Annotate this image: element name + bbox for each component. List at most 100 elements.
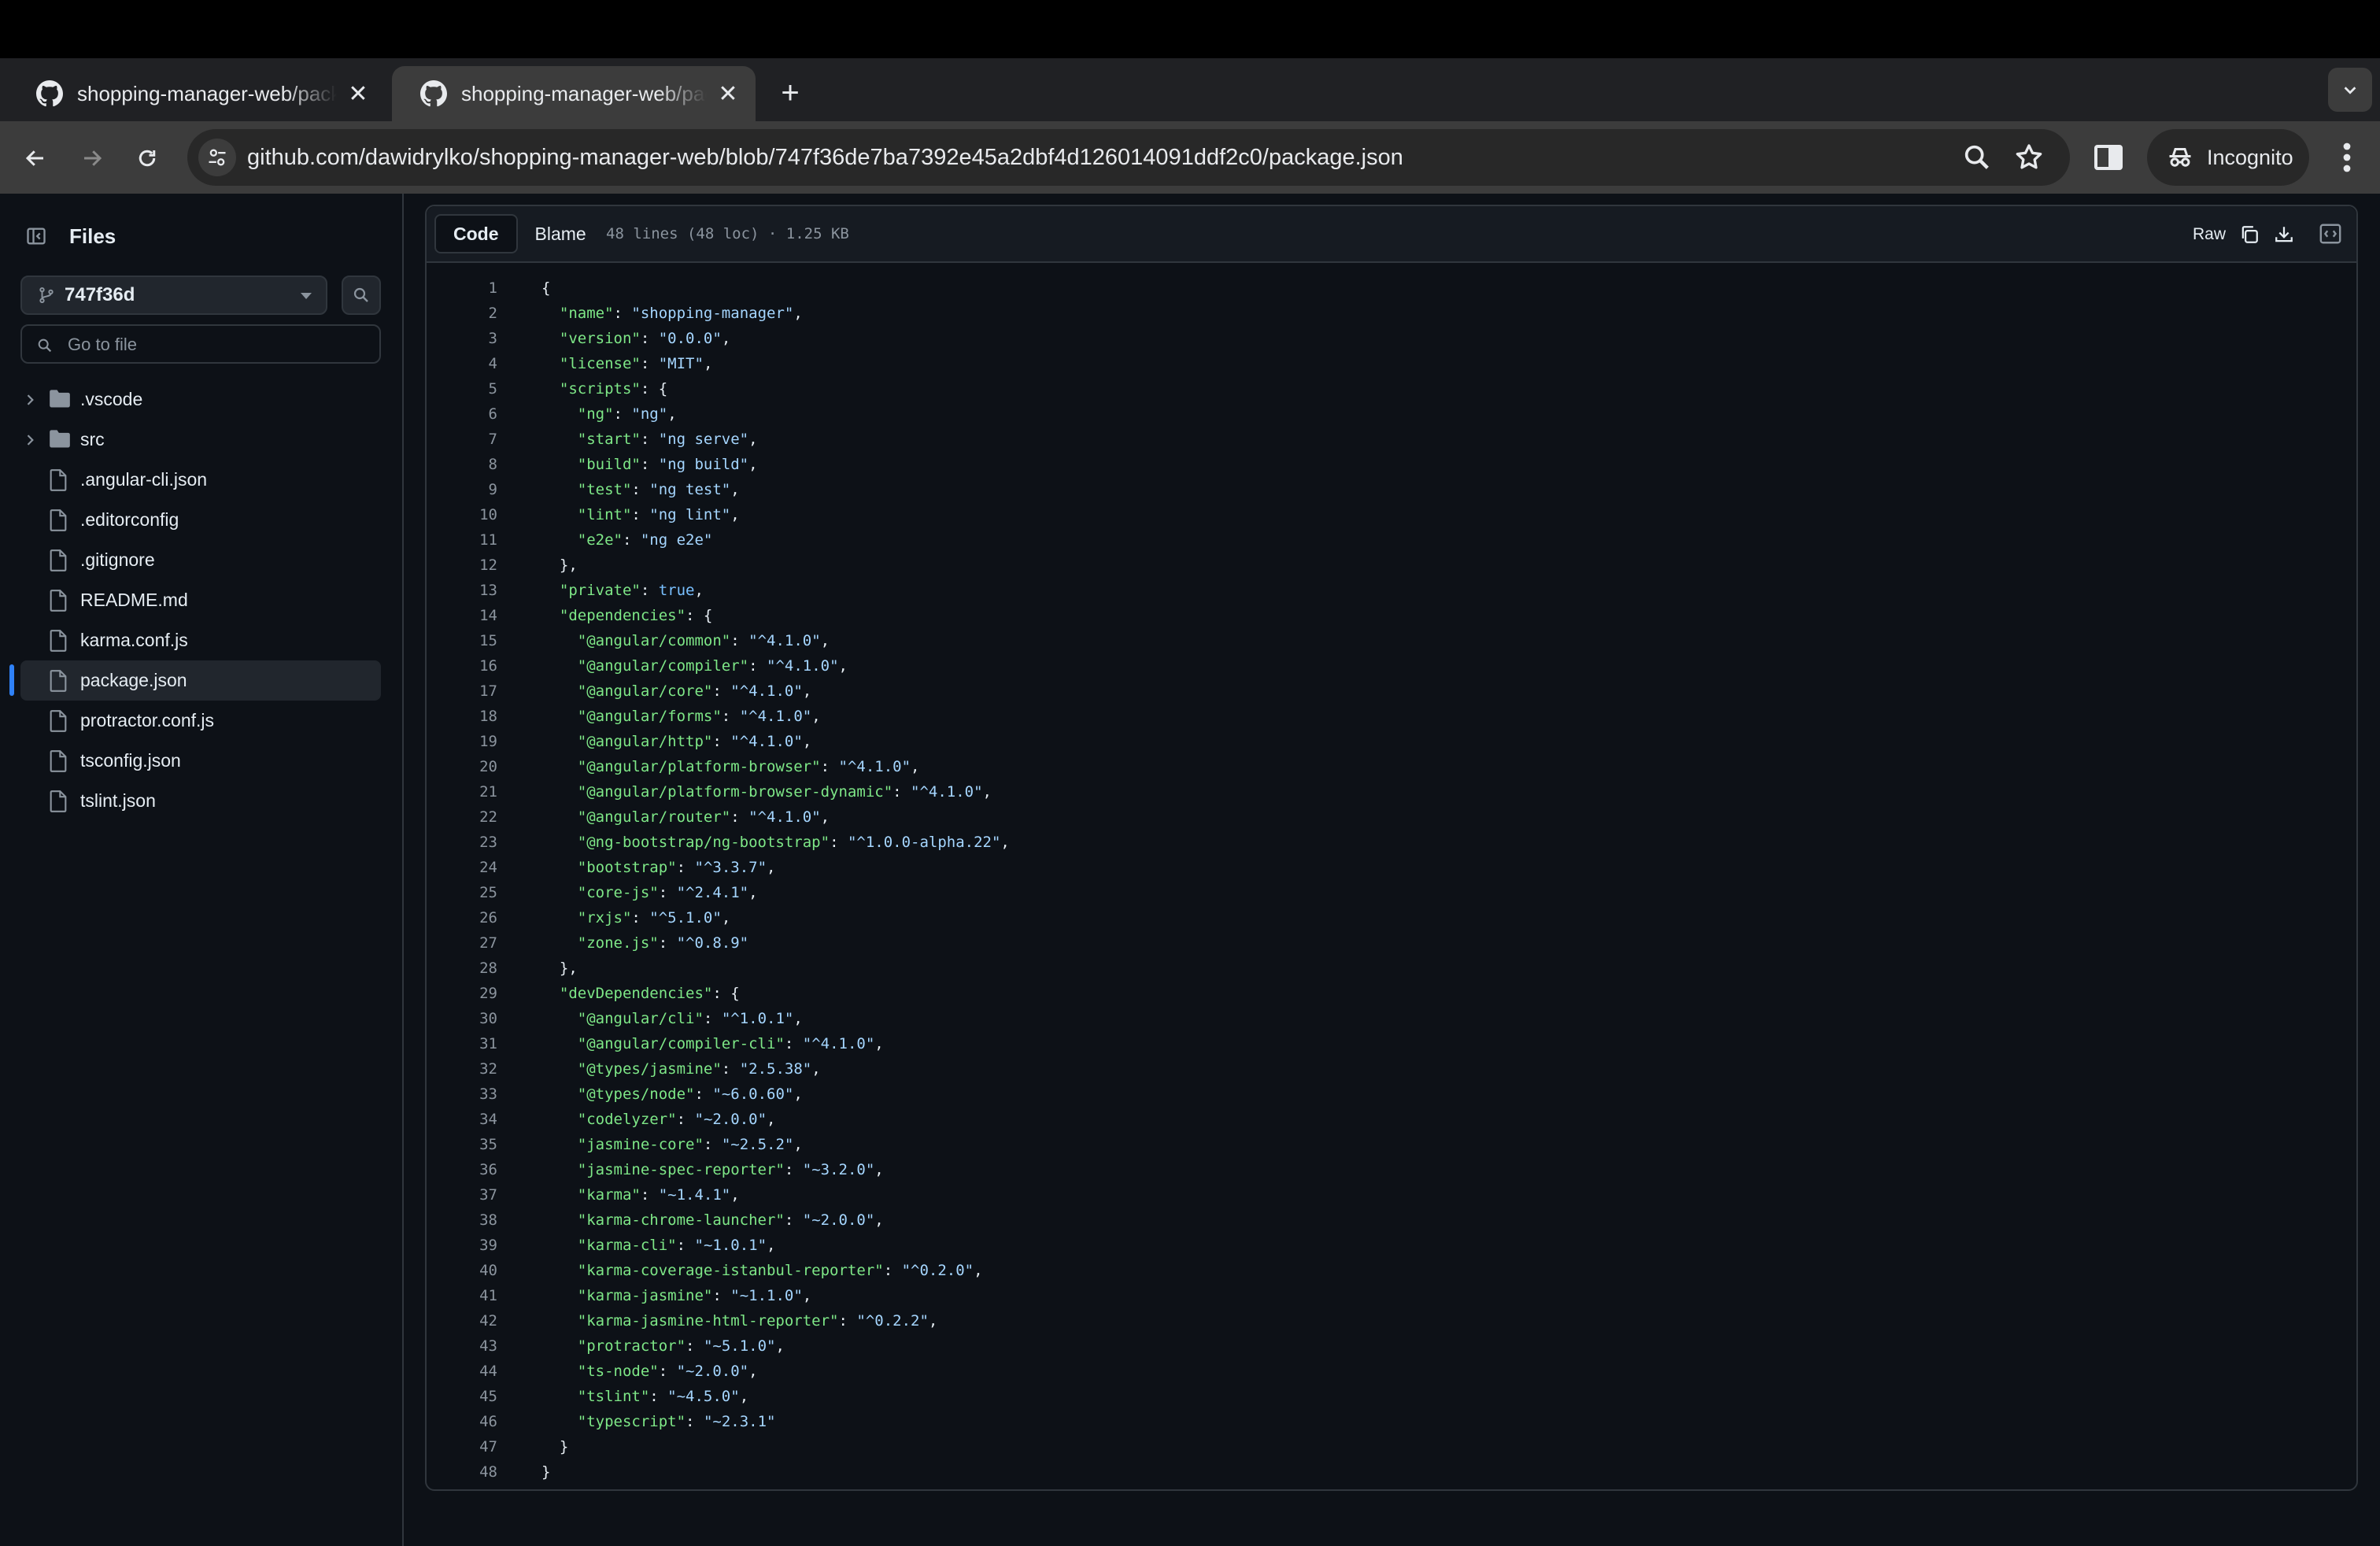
more-vertical-icon[interactable] <box>2331 139 2363 176</box>
tree-file-item[interactable]: .angular-cli.json <box>20 460 381 500</box>
bookmark-star-icon[interactable] <box>2013 142 2045 173</box>
line-number[interactable]: 14 <box>427 603 497 628</box>
line-number[interactable]: 38 <box>427 1208 497 1233</box>
line-number[interactable]: 31 <box>427 1031 497 1056</box>
browser-tab-strip: shopping-manager-web/package.json at 747… <box>0 58 2380 121</box>
tab-search-button[interactable] <box>2328 68 2372 112</box>
line-number[interactable]: 19 <box>427 729 497 754</box>
line-number[interactable]: 45 <box>427 1384 497 1409</box>
line-number[interactable]: 42 <box>427 1308 497 1333</box>
raw-button[interactable]: Raw <box>2186 217 2232 252</box>
forward-button[interactable] <box>72 139 112 178</box>
address-bar[interactable]: github.com/dawidrylko/shopping-manager-w… <box>187 129 2070 186</box>
site-info-button[interactable] <box>198 139 236 176</box>
line-number[interactable]: 2 <box>427 301 497 326</box>
line-number[interactable]: 7 <box>427 427 497 452</box>
tab-close-icon[interactable]: ✕ <box>715 80 741 107</box>
line-content: "karma-jasmine-html-reporter": "^0.2.2", <box>577 1312 938 1330</box>
tree-file-item[interactable]: protractor.conf.js <box>20 701 381 741</box>
tree-file-item[interactable]: .editorconfig <box>20 500 381 540</box>
line-number[interactable]: 30 <box>427 1006 497 1031</box>
tree-file-item[interactable]: karma.conf.js <box>20 620 381 660</box>
line-number[interactable]: 41 <box>427 1283 497 1308</box>
line-number[interactable]: 35 <box>427 1132 497 1157</box>
tree-file-item[interactable]: .gitignore <box>20 540 381 580</box>
go-to-file-input[interactable] <box>66 326 368 364</box>
line-number[interactable]: 12 <box>427 553 497 578</box>
line-number[interactable]: 9 <box>427 477 497 502</box>
go-to-file-field[interactable] <box>20 324 381 364</box>
browser-tab-active[interactable]: shopping-manager-web/package.json at 747… <box>392 66 756 121</box>
line-number[interactable]: 18 <box>427 704 497 729</box>
line-number[interactable]: 4 <box>427 351 497 376</box>
line-number[interactable]: 17 <box>427 679 497 704</box>
line-number[interactable]: 47 <box>427 1434 497 1459</box>
code-line: 43 "protractor": "~5.1.0", <box>427 1333 2356 1359</box>
line-number[interactable]: 21 <box>427 779 497 804</box>
code-line: 22 "@angular/router": "^4.1.0", <box>427 804 2356 830</box>
line-number[interactable]: 44 <box>427 1359 497 1384</box>
line-number[interactable]: 5 <box>427 376 497 401</box>
url-text[interactable]: github.com/dawidrylko/shopping-manager-w… <box>247 129 1403 186</box>
line-number[interactable]: 6 <box>427 401 497 427</box>
tree-folder-item[interactable]: src <box>20 420 381 460</box>
line-number[interactable]: 29 <box>427 981 497 1006</box>
line-number[interactable]: 24 <box>427 855 497 880</box>
incognito-button[interactable]: Incognito <box>2147 129 2309 186</box>
browser-tab[interactable]: shopping-manager-web/package.json at 747… <box>8 66 386 121</box>
search-files-button[interactable] <box>342 276 381 315</box>
line-number[interactable]: 48 <box>427 1459 497 1485</box>
line-number[interactable]: 11 <box>427 527 497 553</box>
line-content: "karma-chrome-launcher": "~2.0.0", <box>577 1211 884 1229</box>
copy-raw-button[interactable] <box>2232 217 2267 252</box>
line-number[interactable]: 26 <box>427 905 497 930</box>
line-number[interactable]: 22 <box>427 804 497 830</box>
tree-file-item[interactable]: tslint.json <box>20 781 381 821</box>
tree-item-label: karma.conf.js <box>80 630 188 650</box>
line-number[interactable]: 46 <box>427 1409 497 1434</box>
line-content: "dependencies": { <box>559 607 713 624</box>
tree-folder-item[interactable]: .vscode <box>20 379 381 420</box>
line-number[interactable]: 43 <box>427 1333 497 1359</box>
line-number[interactable]: 32 <box>427 1056 497 1082</box>
zoom-icon[interactable] <box>1961 142 1993 173</box>
raw-actions: Raw <box>2186 217 2301 252</box>
git-branch-icon <box>39 287 54 304</box>
code-line: 35 "jasmine-core": "~2.5.2", <box>427 1132 2356 1157</box>
line-number[interactable]: 28 <box>427 956 497 981</box>
side-panel-icon[interactable] <box>2090 139 2127 176</box>
line-number[interactable]: 3 <box>427 326 497 351</box>
line-number[interactable]: 13 <box>427 578 497 603</box>
line-number[interactable]: 34 <box>427 1107 497 1132</box>
line-number[interactable]: 33 <box>427 1082 497 1107</box>
line-number[interactable]: 27 <box>427 930 497 956</box>
back-button[interactable] <box>16 139 55 178</box>
download-raw-button[interactable] <box>2267 217 2301 252</box>
tree-file-item[interactable]: tsconfig.json <box>20 741 381 781</box>
collapse-sidebar-button[interactable] <box>20 220 52 252</box>
line-number[interactable]: 37 <box>427 1182 497 1208</box>
reload-button[interactable] <box>128 139 167 178</box>
line-number[interactable]: 40 <box>427 1258 497 1283</box>
line-number[interactable]: 39 <box>427 1233 497 1258</box>
tree-file-item[interactable]: package.json <box>20 660 381 701</box>
line-number[interactable]: 1 <box>427 276 497 301</box>
code-tab-button[interactable]: Code <box>434 214 518 253</box>
line-number[interactable]: 25 <box>427 880 497 905</box>
symbols-panel-icon[interactable] <box>2319 222 2342 246</box>
chevron-right-icon[interactable] <box>22 432 38 448</box>
line-number[interactable]: 23 <box>427 830 497 855</box>
line-number[interactable]: 10 <box>427 502 497 527</box>
line-number[interactable]: 36 <box>427 1157 497 1182</box>
line-number[interactable]: 15 <box>427 628 497 653</box>
chevron-right-icon[interactable] <box>22 392 38 408</box>
line-number[interactable]: 16 <box>427 653 497 679</box>
line-number[interactable]: 8 <box>427 452 497 477</box>
line-number[interactable]: 20 <box>427 754 497 779</box>
tree-file-item[interactable]: README.md <box>20 580 381 620</box>
blame-tab-button[interactable]: Blame <box>518 214 604 253</box>
branch-selector[interactable]: 747f36d <box>20 276 327 315</box>
tab-close-icon[interactable]: ✕ <box>345 80 371 107</box>
new-tab-button[interactable]: + <box>773 76 808 110</box>
tree-item-label: README.md <box>80 590 188 610</box>
